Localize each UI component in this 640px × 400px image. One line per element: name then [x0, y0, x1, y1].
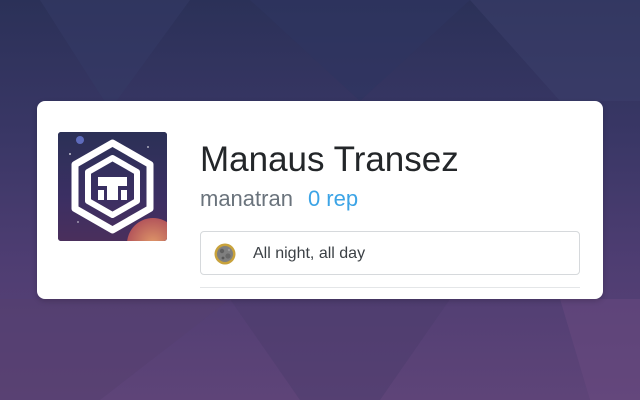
username: manatran [200, 186, 293, 211]
divider [200, 287, 580, 288]
user-meta: manatran 0 rep [200, 185, 358, 213]
reputation-link[interactable]: 0 rep [308, 186, 358, 211]
moon-icon [214, 243, 236, 265]
hexagon-logo-icon [58, 132, 167, 241]
user-avatar[interactable] [58, 132, 167, 241]
status-text: All night, all day [253, 245, 366, 262]
display-name: Manaus Transez [200, 140, 459, 179]
status-box[interactable]: All night, all day [200, 231, 580, 275]
profile-card: Manaus Transez manatran 0 rep All night, … [37, 101, 603, 299]
